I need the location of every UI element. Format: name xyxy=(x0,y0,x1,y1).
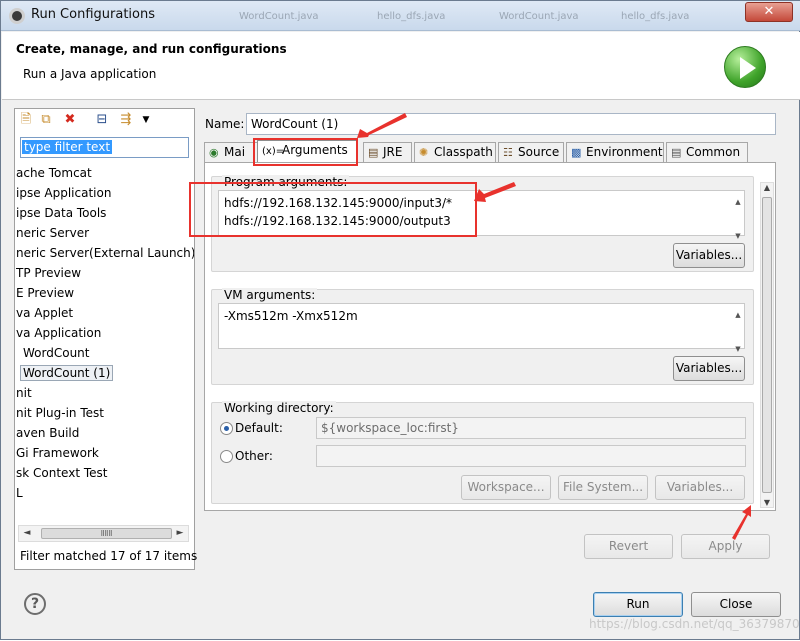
annotation-arrow xyxy=(732,505,751,540)
annotation-arrow xyxy=(474,182,516,202)
annotation-arrow xyxy=(357,113,407,138)
run-configurations-dialog: Run Configurations WordCount.java hello_… xyxy=(0,0,800,640)
annotation-arrows xyxy=(357,113,751,540)
